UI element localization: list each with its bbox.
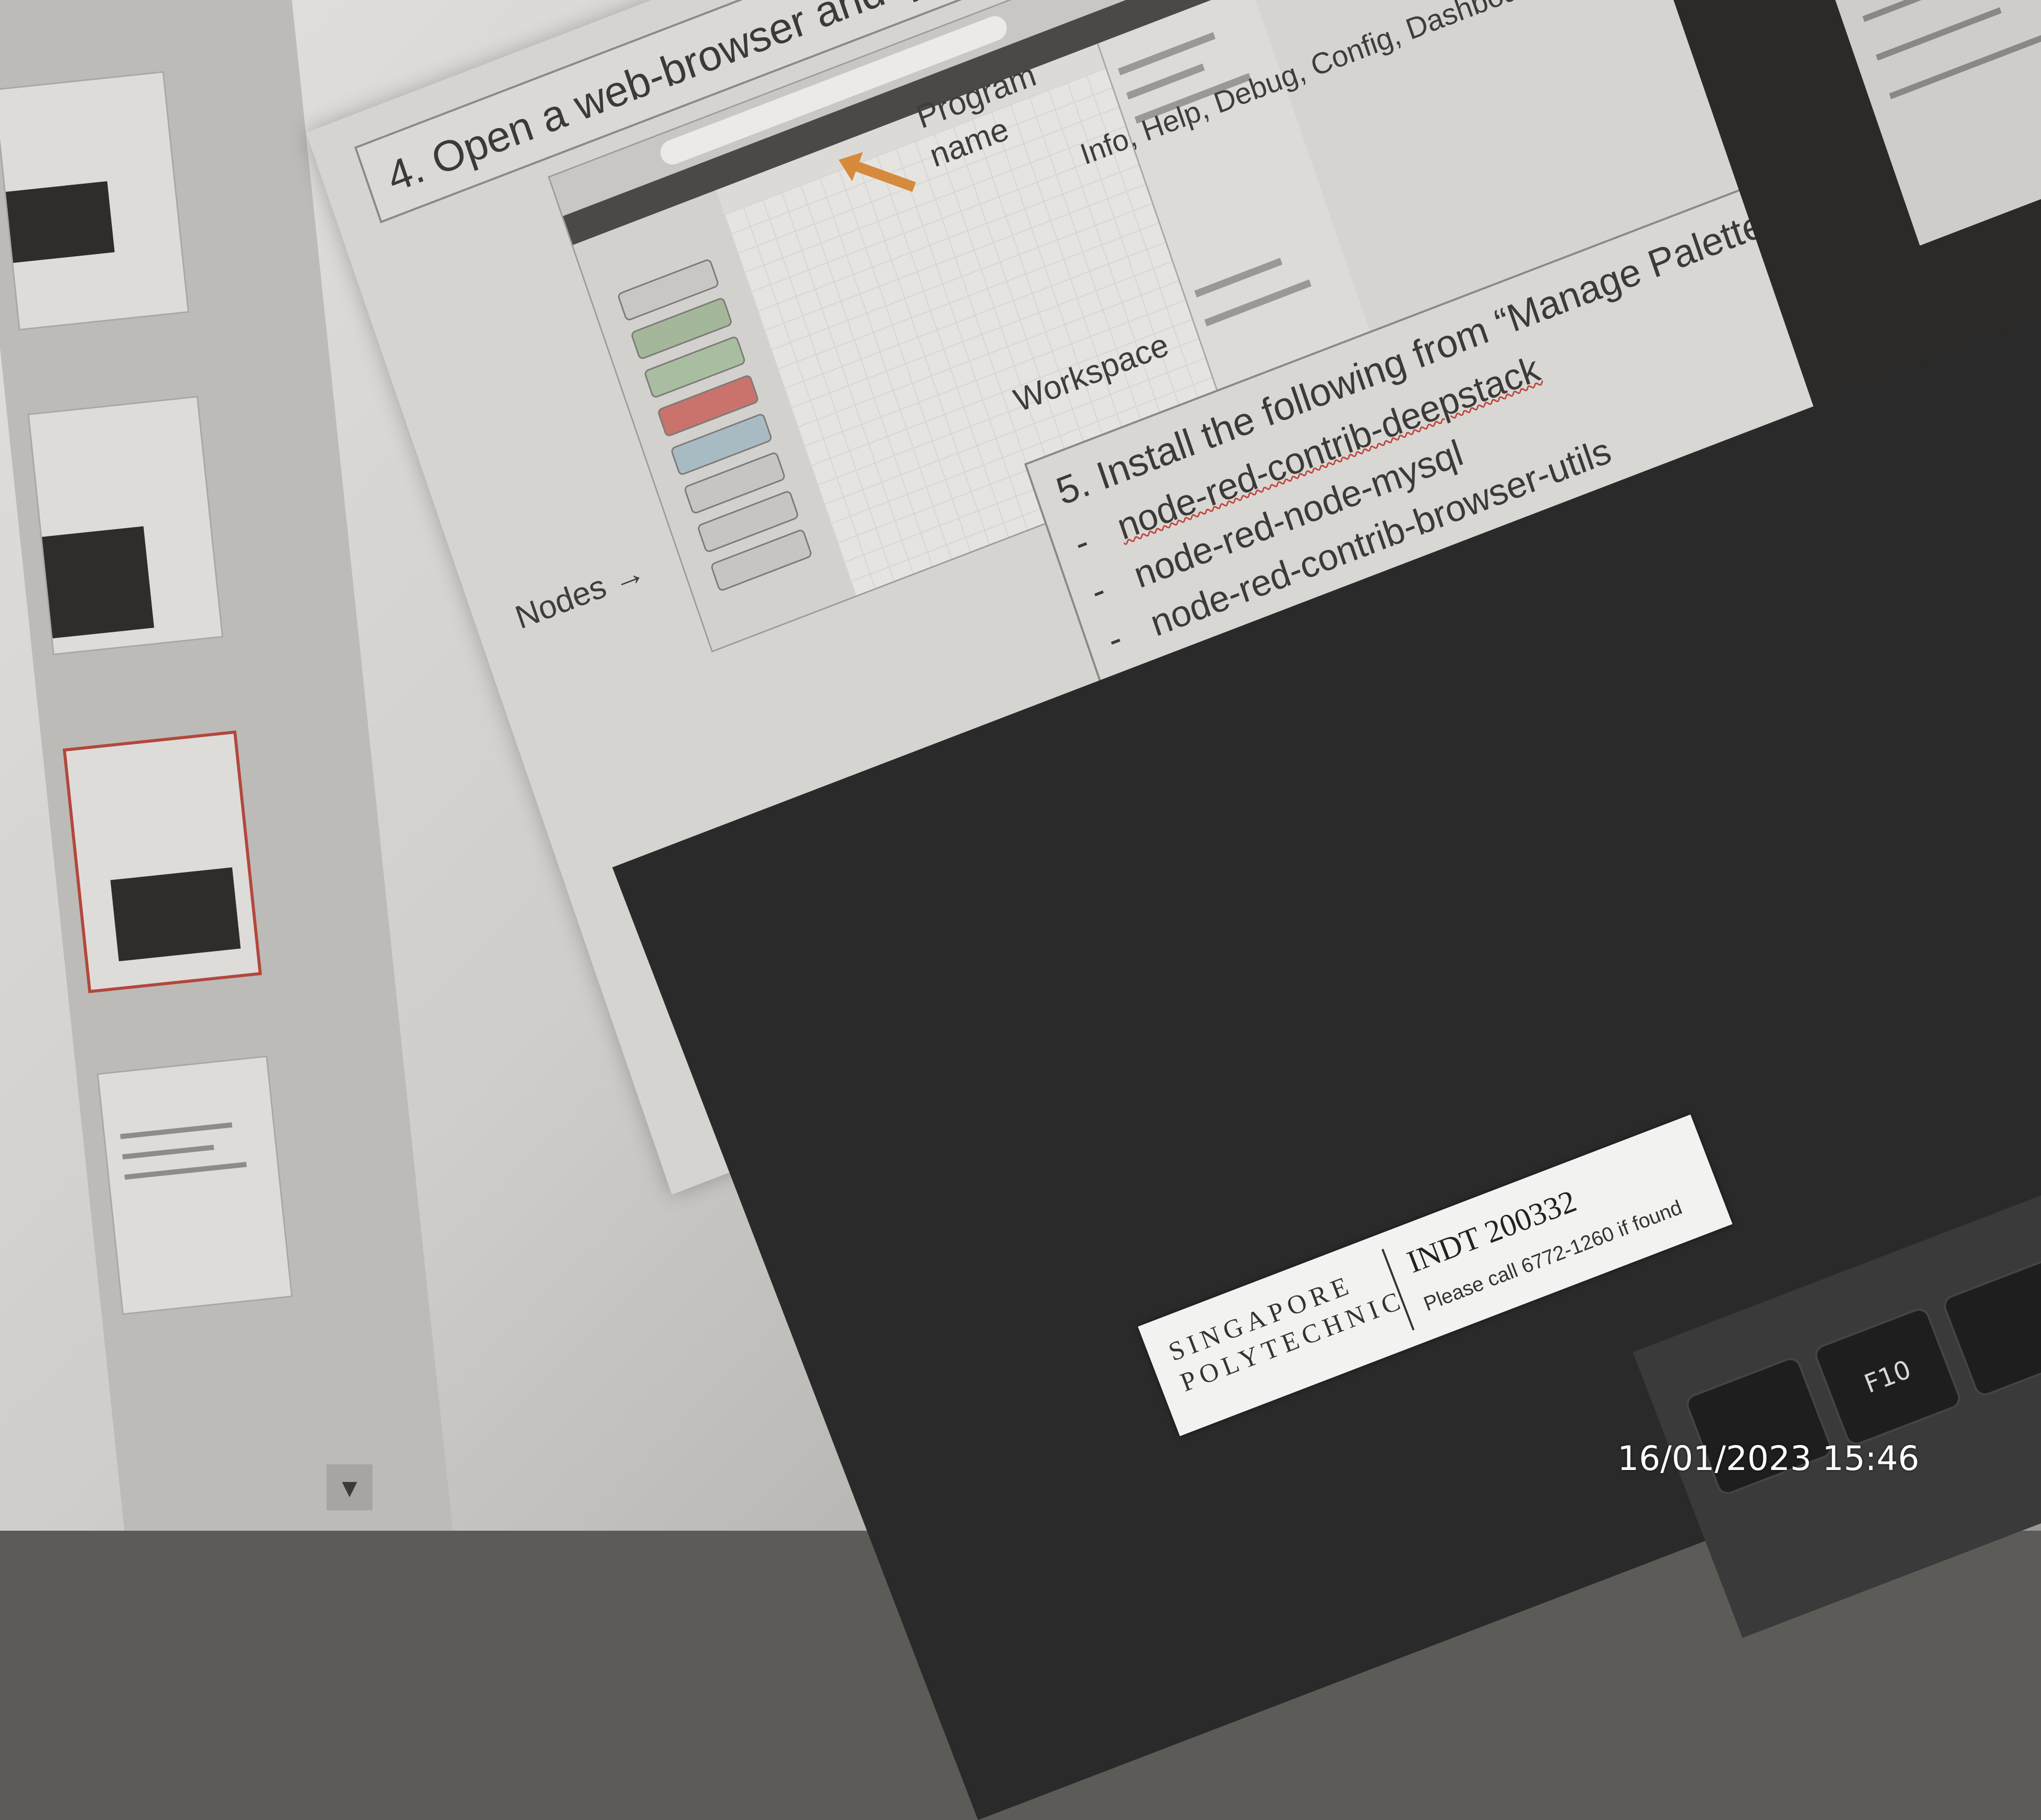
thumbnail-text-line	[122, 1144, 214, 1160]
thumbnail-image	[110, 867, 241, 962]
slide-thumbnail[interactable]	[96, 1055, 293, 1315]
thumbnail-text-line	[120, 1122, 233, 1139]
slide-thumbnail[interactable]	[27, 395, 223, 656]
thumbnail-text-line	[124, 1162, 247, 1180]
dialog-line	[1876, 7, 2002, 61]
sidebar-row	[1194, 258, 1283, 297]
slide-thumbnail[interactable]	[0, 71, 189, 331]
slide-thumbnail-active[interactable]	[62, 730, 262, 993]
key[interactable]	[1940, 1256, 2041, 1399]
thumbnail-image	[6, 181, 115, 263]
annotation-nodes: Nodes →	[510, 552, 650, 636]
settings-dialog	[1820, 0, 2041, 246]
scroll-down-arrow-icon[interactable]: ▾	[327, 1464, 372, 1510]
key-f10[interactable]: F10	[1812, 1305, 1963, 1448]
thumbnail-image	[42, 526, 155, 639]
photo-timestamp: 16/01/2023 15:46	[1617, 1439, 1920, 1478]
